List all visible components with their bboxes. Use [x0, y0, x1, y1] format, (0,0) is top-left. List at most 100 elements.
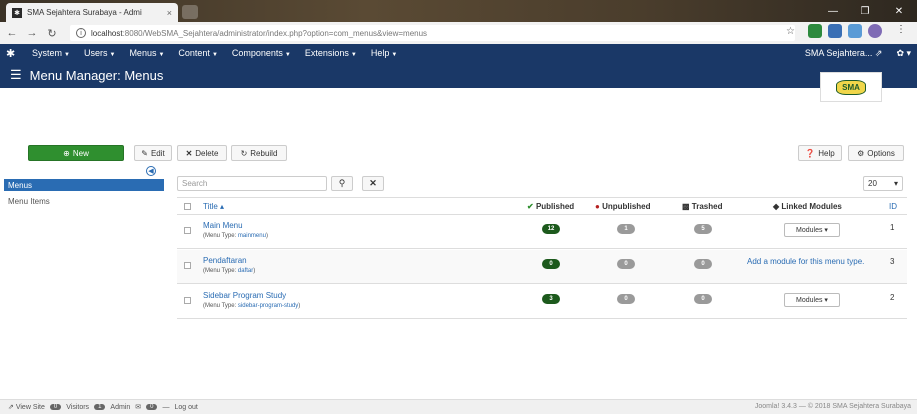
url-input[interactable]: i localhost:8080/WebSMA_Sejahtera/admini… — [70, 25, 795, 41]
menu-type-suffix: ) — [253, 268, 256, 274]
browser-tab[interactable]: ✱ SMA Sejahtera Surabaya - Admi × — [6, 3, 178, 22]
new-button[interactable]: ⊕ New — [28, 145, 124, 161]
extension-icon[interactable] — [808, 24, 822, 38]
unpublished-count-badge[interactable]: 0 — [617, 259, 635, 269]
chevron-down-icon: ▾ — [893, 179, 898, 188]
nav-users[interactable]: Users ▼ — [84, 48, 115, 58]
nav-components[interactable]: Components ▼ — [232, 48, 291, 58]
logout-link[interactable]: Log out — [174, 404, 197, 411]
page-header: ☰ Menu Manager: Menus — [0, 62, 917, 88]
menu-type-value[interactable]: sidebar-program-study — [238, 303, 298, 309]
nav-label: Extensions — [304, 48, 349, 58]
envelope-icon[interactable]: ✉ — [135, 403, 141, 411]
delete-button[interactable]: ✕ Delete — [177, 145, 227, 161]
nav-label: Components — [231, 48, 283, 58]
url-path: :8080/WebSMA_Sejahtera/administrator/ind… — [122, 28, 428, 38]
trashed-count-badge[interactable]: 0 — [694, 294, 712, 304]
sidebar-item-menu-items[interactable]: Menu Items — [4, 195, 164, 207]
nav-system[interactable]: System ▼ — [32, 48, 70, 58]
row-checkbox[interactable] — [184, 297, 191, 304]
row-checkbox[interactable] — [184, 227, 191, 234]
menu-type-value[interactable]: daftar — [238, 268, 253, 274]
row-id: 2 — [890, 293, 895, 302]
window-minimize-icon[interactable]: — — [818, 0, 848, 22]
new-tab-button[interactable] — [182, 5, 198, 19]
reload-icon[interactable]: ↻ — [44, 24, 60, 42]
menu-list-icon: ☰ — [10, 67, 22, 82]
nav-content[interactable]: Content ▼ — [178, 48, 217, 58]
column-id[interactable]: ID — [889, 202, 897, 211]
browser-menu-icon[interactable]: ⋮ — [896, 24, 906, 38]
minus-icon: — — [162, 403, 170, 411]
menu-title-link[interactable]: Main Menu — [203, 221, 243, 230]
sidebar-item-menus[interactable]: Menus — [4, 179, 164, 191]
window-close-icon[interactable]: ✕ — [884, 0, 914, 22]
linked-modules-label: Linked Modules — [781, 202, 842, 211]
menu-type-value[interactable]: mainmenu — [238, 233, 266, 239]
help-button[interactable]: ❓ Help — [798, 145, 842, 161]
trashed-count-badge[interactable]: 5 — [694, 224, 712, 234]
extension-icon[interactable] — [828, 24, 842, 38]
published-count-badge[interactable]: 0 — [542, 259, 560, 269]
options-button[interactable]: ⚙ Options — [848, 145, 904, 161]
rebuild-button[interactable]: ↻ Rebuild — [231, 145, 287, 161]
published-count-badge[interactable]: 3 — [542, 294, 560, 304]
admin-label: Admin — [110, 403, 131, 411]
add-module-link[interactable]: Add a module for this menu type. — [747, 257, 864, 266]
column-linked-modules: ◆ Linked Modules — [773, 202, 842, 211]
column-trashed: ▩ Trashed — [682, 202, 722, 211]
menu-title-link[interactable]: Pendaftaran — [203, 256, 247, 265]
rebuild-label: Rebuild — [250, 148, 278, 158]
forward-arrow-icon[interactable]: → — [24, 24, 40, 42]
info-icon[interactable]: i — [76, 28, 86, 38]
unpublished-count-badge[interactable]: 0 — [617, 294, 635, 304]
row-checkbox[interactable] — [184, 262, 191, 269]
extension-icon[interactable] — [848, 24, 862, 38]
edit-button[interactable]: ✎ Edit — [134, 145, 172, 161]
nav-menus[interactable]: Menus ▼ — [129, 48, 164, 58]
unpublished-count-badge[interactable]: 1 — [617, 224, 635, 234]
search-button[interactable]: ⚲ — [331, 176, 353, 191]
menu-type-suffix: ) — [298, 303, 301, 309]
nav-help[interactable]: Help ▼ — [371, 48, 397, 58]
tab-close-icon[interactable]: × — [167, 8, 172, 18]
published-count-badge[interactable]: 12 — [542, 224, 560, 234]
clear-search-button[interactable]: ✕ — [362, 176, 384, 191]
toolbar: ⊕ New ✎ Edit ✕ Delete ↻ Rebuild ❓ Help ⚙ Optio… — [0, 145, 917, 163]
bookmark-star-icon[interactable]: ☆ — [786, 26, 795, 37]
plus-circle-icon: ⊕ — [63, 148, 70, 158]
admin-navbar: ✱ System ▼ Users ▼ Menus ▼ Content ▼ Compone… — [0, 44, 917, 62]
joomla-logo-icon[interactable]: ✱ — [6, 47, 22, 60]
view-site-link[interactable]: ⇗ View Site — [8, 403, 45, 411]
nav-extensions[interactable]: Extensions ▼ — [305, 48, 357, 58]
question-icon: ❓ — [805, 148, 816, 158]
trashed-count-badge[interactable]: 0 — [694, 259, 712, 269]
list-limit-select[interactable]: 20 ▾ — [863, 176, 903, 191]
sidebar-collapse-icon[interactable]: ◀ — [146, 166, 156, 176]
search-input[interactable]: Search — [177, 176, 327, 191]
modules-dropdown-button[interactable]: Modules ▾ — [784, 293, 840, 307]
menu-type: (Menu Type: mainmenu) — [203, 233, 268, 239]
caret-down-icon: ▼ — [109, 52, 116, 58]
menu-title-link[interactable]: Sidebar Program Study — [203, 291, 286, 300]
url-host: localhost — [91, 28, 123, 38]
unpublished-label: Unpublished — [602, 202, 651, 211]
table-row: Pendaftaran (Menu Type: daftar) 0 0 0 Ad… — [177, 250, 907, 284]
tab-title: SMA Sejahtera Surabaya - Admi — [27, 8, 142, 17]
page-title: Menu Manager: Menus — [29, 67, 164, 83]
site-link[interactable]: SMA Sejahtera... ⇗ — [805, 48, 883, 59]
column-title[interactable]: Title ▴ — [203, 202, 224, 211]
caret-down-icon: ▼ — [391, 52, 398, 58]
user-settings-gear-icon[interactable]: ✿ ▾ — [896, 48, 911, 59]
window-maximize-icon[interactable]: ❐ — [850, 0, 880, 22]
nav-label: Menus — [129, 48, 157, 58]
back-arrow-icon[interactable]: ← — [4, 24, 20, 42]
profile-icon[interactable] — [868, 24, 882, 38]
modules-dropdown-button[interactable]: Modules ▾ — [784, 223, 840, 237]
table-row: Main Menu (Menu Type: mainmenu) 12 1 5 M… — [177, 215, 907, 249]
row-id: 1 — [890, 223, 895, 232]
caret-down-icon: ▼ — [284, 52, 291, 58]
status-bar: ⇗ View Site 0 Visitors 1 Admin ✉ 0 — Log… — [0, 399, 917, 414]
edit-icon: ✎ — [141, 148, 148, 158]
select-all-checkbox[interactable] — [184, 203, 191, 210]
